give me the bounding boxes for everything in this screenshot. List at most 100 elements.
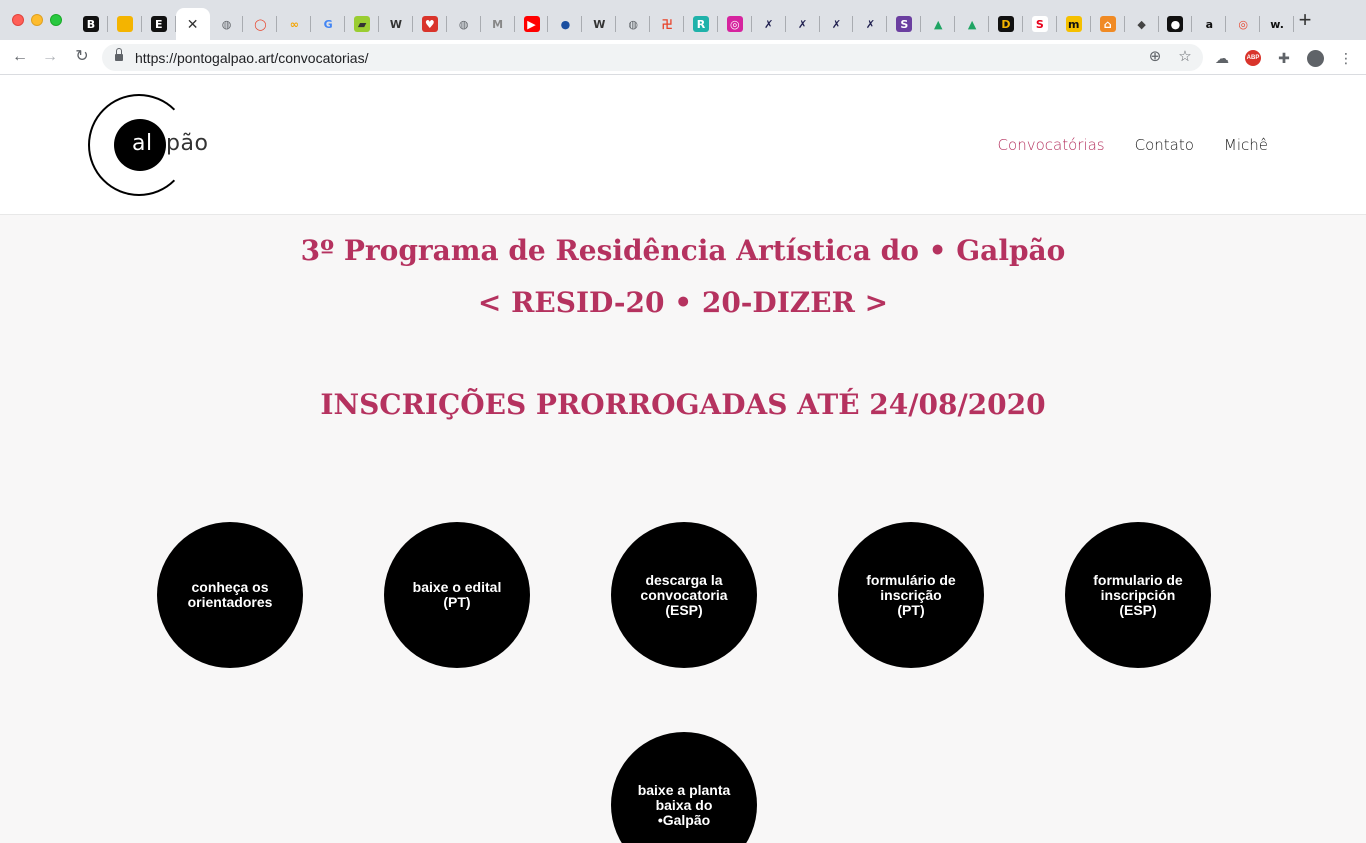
browser-tab[interactable] [108,8,142,40]
back-arrow-icon[interactable]: ← [9,46,31,68]
browser-tab[interactable]: S [1023,8,1057,40]
browser-tab[interactable]: ∞ [277,8,312,40]
tab-favicon-icon: ▲ [967,17,977,31]
tab-favicon-icon: ♥ [421,16,438,32]
extension-cloud-icon[interactable]: ☁ [1212,48,1232,68]
browser-tab[interactable]: D [989,8,1023,40]
browser-tab[interactable]: M [481,8,515,40]
tab-favicon-icon: ∞ [289,17,299,31]
tab-favicon-icon: W [389,17,403,31]
nav-link-contato[interactable]: Contato [1135,136,1194,154]
browser-tab[interactable]: 卍 [650,8,684,40]
browser-tab[interactable]: ✗ [786,8,820,40]
tab-favicon-icon: ● [1167,16,1184,32]
close-tab-icon[interactable]: ✕ [187,16,199,33]
tab-favicon-icon: ◆ [1137,17,1146,31]
nav-link-convocatorias[interactable]: Convocatórias [998,136,1105,154]
close-window-button[interactable] [12,14,24,26]
browser-tab[interactable]: ◎ [718,8,752,40]
tab-favicon-icon: m [1065,16,1082,32]
tab-favicon-icon: ◎ [726,16,743,32]
browser-tab-strip: B E ✕ ◍ ◯ ∞ G ▰ W ♥ ◍ M ▶ ● W ◍ 卍 R ◎ ✗ ✗ ✗ ✗ S ▲ ▲ D Sm ⌂ ◆ ● a ◎ w. + [0,0,1366,40]
maximize-window-button[interactable] [50,14,62,26]
reload-icon[interactable]: ↻ [71,46,93,68]
tab-favicon-icon: M [492,17,504,31]
tab-favicon-icon: E [150,16,167,32]
new-tab-button[interactable]: + [1294,9,1316,32]
tab-favicon-icon: S [896,16,913,32]
main-nav: Convocatórias Contato Michê [998,136,1268,154]
forward-arrow-icon[interactable]: → [39,46,61,68]
tab-favicon-icon: ✗ [831,17,842,31]
browser-tab[interactable]: R [684,8,718,40]
galpao-logo[interactable]: al pão [86,93,209,197]
profile-avatar-icon[interactable] [1305,48,1325,68]
tab-favicon-icon [116,16,133,32]
tab-favicon-icon: D [997,16,1014,32]
edital-pt-button[interactable]: baixe o edital (PT) [384,522,530,668]
logo-text-inner: al [132,131,153,156]
tab-favicon-icon: ◍ [628,17,638,31]
planta-baixa-button[interactable]: baixe a planta baixa do •Galpão [611,732,757,843]
tab-favicon-icon: W [593,17,606,31]
site-header: al pão Convocatórias Contato Michê [0,75,1366,215]
browser-tab[interactable]: ⌂ [1091,8,1125,40]
tab-favicon-icon: ▰ [354,16,371,32]
browser-tab[interactable]: ♥ [413,8,447,40]
browser-tab[interactable]: E [142,8,176,40]
bookmark-star-icon[interactable]: ☆ [1175,47,1195,67]
tab-favicon-icon: B [82,16,99,32]
browser-tab[interactable]: G [311,8,346,40]
tab-favicon-icon: ▲ [933,17,943,31]
nav-link-miche[interactable]: Michê [1224,136,1268,154]
deadline-notice: INSCRIÇÕES PRORROGADAS ATÉ 24/08/2020 [320,388,1046,421]
address-bar[interactable]: https://pontogalpao.art/convocatorias/ ⊕… [102,44,1203,71]
tab-favicon-icon: ◍ [221,17,232,31]
zoom-icon[interactable]: ⊕ [1145,47,1165,67]
browser-tab[interactable]: ✗ [853,8,888,40]
url-text[interactable]: https://pontogalpao.art/convocatorias/ [135,50,368,66]
browser-tab[interactable]: S [887,8,922,40]
browser-tab[interactable]: w. [1260,8,1294,40]
adblock-icon[interactable]: ABP [1243,48,1263,68]
browser-tab[interactable]: m [1057,8,1091,40]
extensions-puzzle-icon[interactable]: ✚ [1274,48,1294,68]
browser-tab[interactable]: ◯ [243,8,278,40]
minimize-window-button[interactable] [31,14,43,26]
browser-tab[interactable]: ▶ [515,8,549,40]
tab-favicon-icon: a [1205,17,1214,31]
browser-tab[interactable]: ◍ [616,8,651,40]
formulario-pt-button[interactable]: formulário de inscrição (PT) [838,522,984,668]
browser-tab[interactable]: ✗ [752,8,786,40]
lock-icon [115,48,123,62]
browser-tab[interactable]: W [379,8,413,40]
tab-favicon-icon: ● [560,17,571,31]
browser-tab[interactable]: ● [548,8,583,40]
tab-list: B E ✕ ◍ ◯ ∞ G ▰ W ♥ ◍ M ▶ ● W ◍ 卍 R ◎ ✗ ✗ ✗ ✗ S ▲ ▲ D Sm ⌂ ◆ ● a ◎ w. [74,8,1294,40]
browser-tab[interactable]: ✗ [820,8,854,40]
convocatoria-esp-button[interactable]: descarga la convocatoria (ESP) [611,522,757,668]
browser-tab[interactable]: ▲ [921,8,956,40]
browser-tab[interactable]: ▲ [955,8,989,40]
logo-text-outer: pão [166,131,209,156]
browser-tab[interactable]: ◎ [1226,8,1261,40]
browser-tab[interactable]: ◍ [447,8,481,40]
browser-tab[interactable]: ▰ [345,8,379,40]
browser-tab[interactable]: ◍ [210,8,244,40]
browser-tab[interactable]: B [74,8,108,40]
tab-favicon-icon: 卍 [661,17,673,31]
browser-tab[interactable]: W [582,8,617,40]
browser-toolbar: ← → ↻ https://pontogalpao.art/convocator… [0,40,1366,75]
browser-menu-icon[interactable]: ⋮ [1336,48,1356,68]
browser-tab[interactable]: a [1192,8,1227,40]
browser-tab-active[interactable]: ✕ [175,8,210,40]
tab-favicon-icon: S [1031,16,1048,32]
tab-favicon-icon: ✗ [764,17,774,31]
formulario-esp-button[interactable]: formulario de inscripción (ESP) [1065,522,1211,668]
tab-favicon-icon: G [323,17,333,31]
tab-favicon-icon: ✗ [865,17,876,31]
browser-tab[interactable]: ◆ [1125,8,1159,40]
browser-tab[interactable]: ● [1159,8,1193,40]
tab-favicon-icon: R [692,16,709,32]
orientadores-button[interactable]: conheça os orientadores [157,522,303,668]
